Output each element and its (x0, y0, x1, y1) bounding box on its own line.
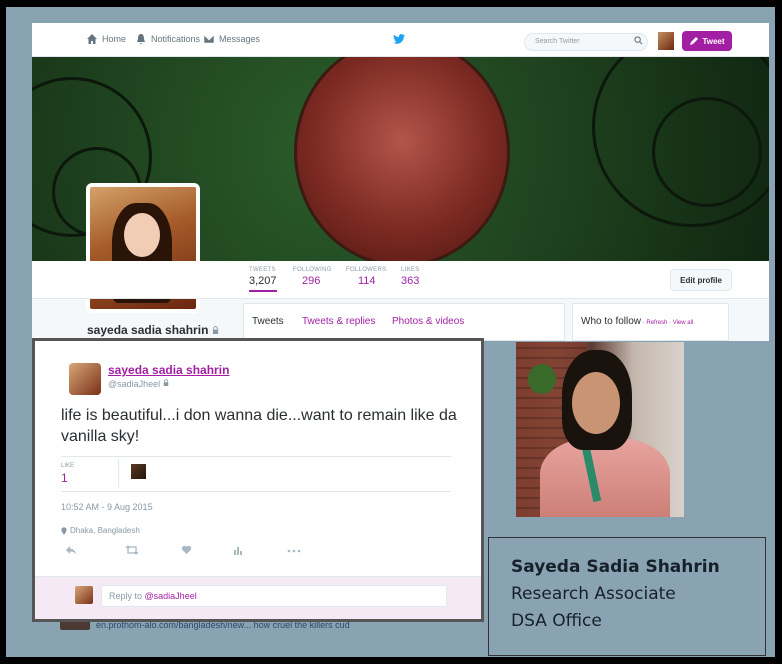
caption-title: Research Associate (511, 584, 676, 604)
stat-label: LIKES (401, 267, 420, 273)
profile-stats-bar: TWEETS 3,207 FOLLOWING 296 FOLLOWERS 114… (32, 261, 769, 299)
stat-label: FOLLOWERS (346, 267, 387, 273)
nav-home[interactable]: Home (86, 33, 126, 45)
presenter-caption: Sayeda Sadia Shahrin Research Associate … (488, 537, 766, 656)
liker-avatar[interactable] (131, 464, 146, 479)
tweet-avatar[interactable] (69, 363, 101, 395)
stat-value: 114 (358, 275, 376, 287)
twitter-profile-screenshot: Home Notifications Messages Search Twitt… (32, 23, 769, 341)
edit-profile-button[interactable]: Edit profile (670, 269, 732, 291)
who-to-follow-panel: Who to follow · Refresh · View all (572, 303, 729, 341)
banner-swirl (652, 97, 762, 207)
twitter-bird-icon[interactable] (392, 32, 406, 46)
tab-photos-videos[interactable]: Photos & videos (392, 316, 464, 327)
photo-plant (528, 364, 556, 394)
photo-person-face (572, 372, 620, 434)
stat-label: TWEETS (249, 267, 276, 273)
presenter-photo (516, 342, 684, 517)
top-nav-bar: Home Notifications Messages Search Twitt… (32, 23, 769, 57)
home-icon (87, 34, 97, 44)
search-input[interactable]: Search Twitter (524, 33, 648, 51)
stat-likes[interactable]: LIKES 363 (401, 267, 420, 287)
tweet-text: life is beautiful...i don wanna die...wa… (61, 407, 457, 445)
analytics-icon[interactable] (233, 545, 243, 555)
stat-following[interactable]: FOLLOWING 296 (293, 267, 332, 287)
nav-messages[interactable]: Messages (203, 33, 260, 45)
caption-name: Sayeda Sadia Shahrin (511, 557, 720, 577)
nav-notifications[interactable]: Notifications (135, 33, 200, 45)
compose-icon (690, 37, 699, 45)
reply-icon[interactable] (65, 545, 77, 555)
heart-icon[interactable] (181, 545, 192, 555)
account-avatar[interactable] (658, 32, 674, 50)
who-to-follow-links[interactable]: · Refresh · View all (641, 320, 694, 326)
banner-orb (294, 57, 510, 261)
reply-prefix: Reply to (109, 591, 145, 601)
divider (61, 491, 451, 492)
reply-area: Reply to @sadiaJheel (35, 576, 481, 619)
nav-messages-label: Messages (219, 34, 261, 44)
profile-tabs: Tweets Tweets & replies Photos & videos (243, 303, 565, 341)
slide: Home Notifications Messages Search Twitt… (6, 7, 775, 657)
caption-office: DSA Office (511, 611, 602, 631)
slide-frame: Home Notifications Messages Search Twitt… (0, 0, 782, 664)
stat-followers[interactable]: FOLLOWERS 114 (346, 267, 386, 287)
stat-value: 3,207 (249, 275, 277, 287)
search-icon[interactable] (634, 36, 643, 45)
location-pin-icon (61, 526, 67, 535)
tweet-button[interactable]: Tweet (682, 31, 732, 51)
lock-icon (163, 379, 168, 386)
stat-value: 363 (401, 275, 420, 287)
tab-tweets[interactable]: Tweets (252, 316, 284, 327)
stat-label: FOLLOWING (293, 267, 332, 273)
nav-notifications-label: Notifications (151, 34, 201, 44)
like-label: LIKE (61, 463, 75, 469)
profile-name-text: sayeda sadia shahrin (87, 323, 209, 337)
stat-value: 296 (302, 275, 321, 287)
reply-handle: @sadiaJheel (144, 591, 197, 601)
profile-name: sayeda sadia shahrin (87, 323, 219, 337)
divider (118, 459, 119, 487)
tweet-timestamp: 10:52 AM - 9 Aug 2015 (61, 502, 153, 512)
envelope-icon (203, 34, 215, 44)
retweet-icon[interactable] (125, 545, 139, 555)
reply-input[interactable]: Reply to @sadiaJheel (101, 585, 447, 607)
lock-icon (213, 325, 219, 334)
tweet-author-name[interactable]: sayeda sadia shahrin (108, 363, 229, 377)
tweet-button-label: Tweet (702, 36, 725, 46)
more-icon[interactable] (287, 545, 301, 555)
tweet-location[interactable]: Dhaka, Bangladesh (61, 526, 140, 535)
reply-avatar (75, 586, 93, 604)
like-count[interactable]: 1 (61, 471, 68, 485)
nav-home-label: Home (102, 34, 127, 44)
profile-face (124, 213, 160, 257)
who-to-follow-title: Who to follow (581, 316, 642, 327)
divider (61, 456, 451, 457)
tweet-handle-text: @sadiaJheel (108, 379, 161, 389)
tweet-location-text: Dhaka, Bangladesh (70, 526, 140, 535)
underlying-tweet-link[interactable]: en.prothom-alo.com/bangladesh/new... how… (60, 620, 490, 634)
tab-tweets-replies[interactable]: Tweets & replies (302, 316, 375, 327)
tweet-author-handle: @sadiaJheel (108, 379, 169, 389)
tweet-card: sayeda sadia shahrin @sadiaJheel life is… (32, 338, 484, 622)
stat-tweets[interactable]: TWEETS 3,207 (249, 267, 277, 292)
bell-icon (137, 34, 145, 45)
